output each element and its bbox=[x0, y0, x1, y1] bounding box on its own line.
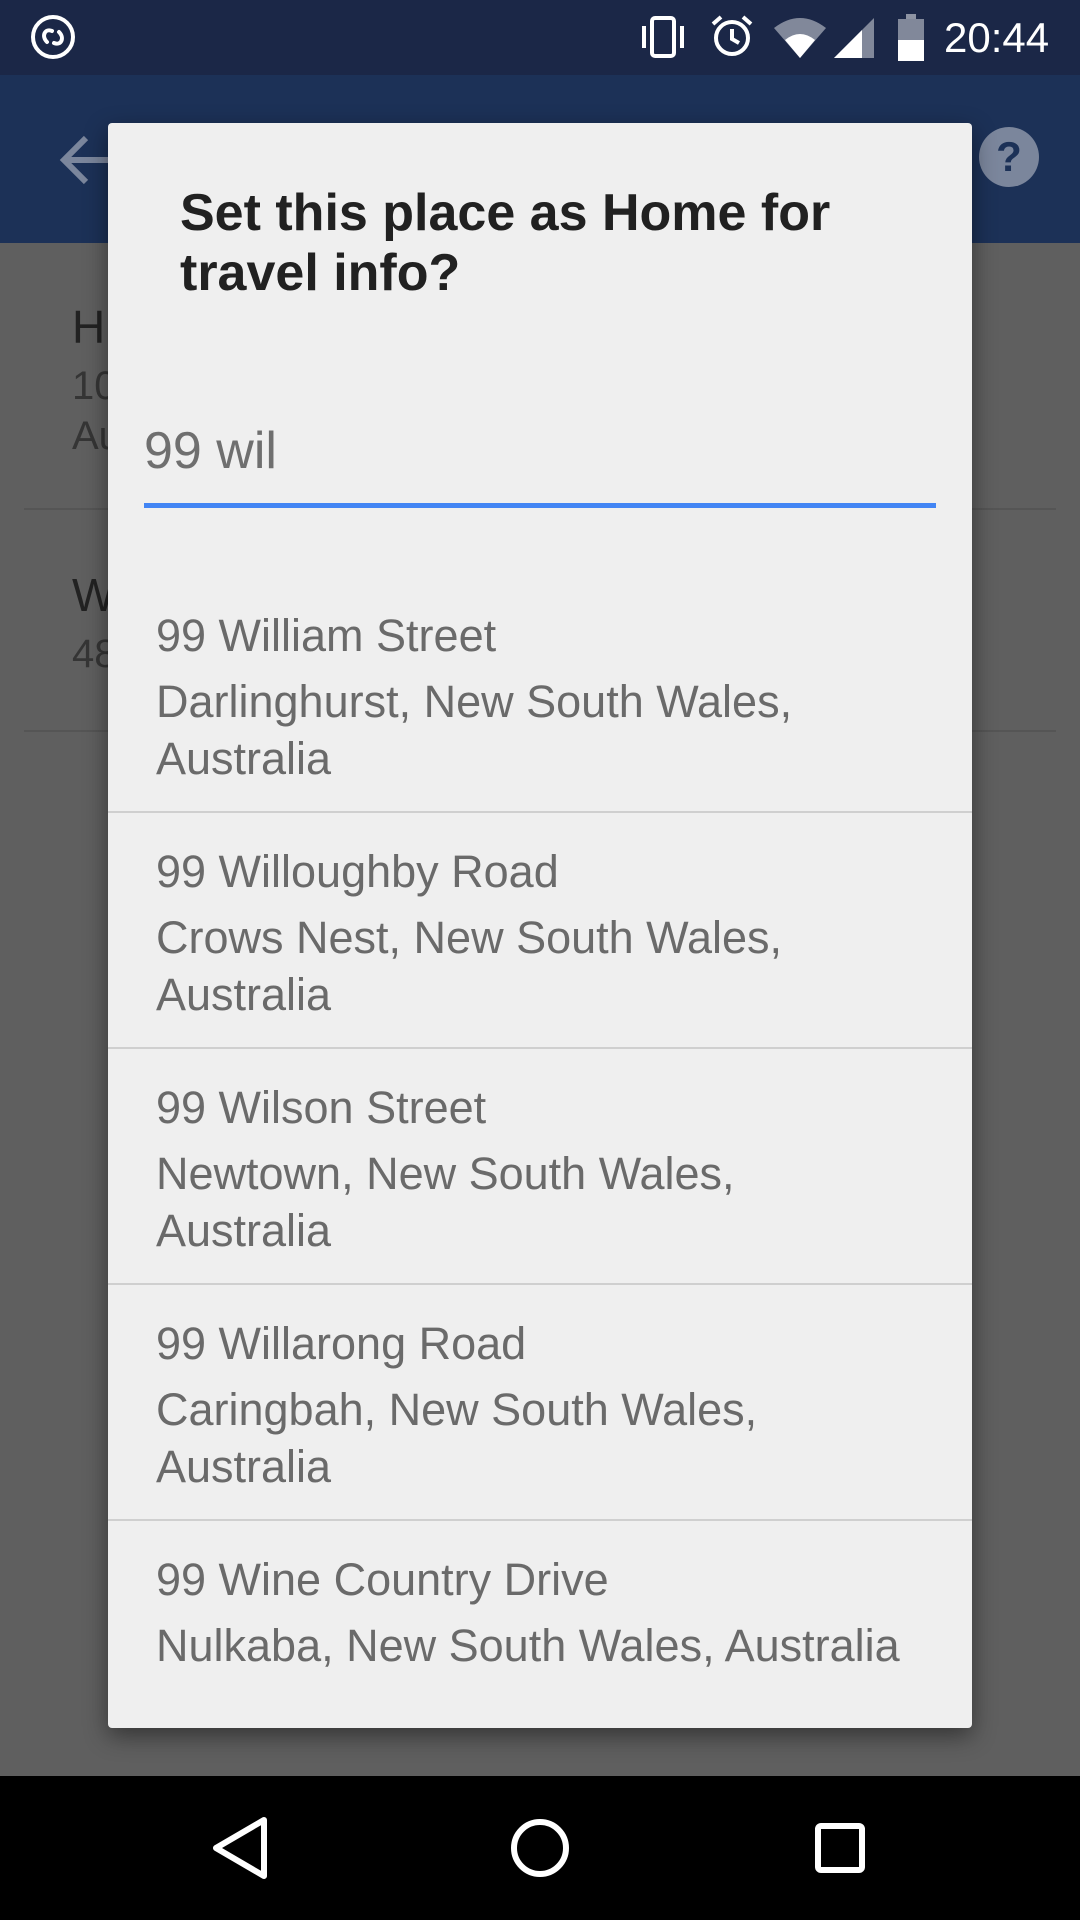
bg-home-title: H bbox=[72, 301, 106, 353]
result-item[interactable]: 99 Wilson Street Newtown, New South Wale… bbox=[108, 1049, 972, 1285]
home-circle-icon[interactable] bbox=[504, 1812, 576, 1884]
battery-icon bbox=[898, 14, 924, 61]
svg-text:?: ? bbox=[996, 133, 1022, 180]
navigation-bar bbox=[0, 1776, 1080, 1920]
dialog-title: Set this place as Home for travel info? bbox=[180, 184, 831, 302]
search-input[interactable] bbox=[144, 403, 936, 499]
recents-square-icon[interactable] bbox=[804, 1812, 876, 1884]
status-time: 20:44 bbox=[944, 14, 1050, 61]
result-address: Caringbah, New South Wales, Australia bbox=[156, 1384, 758, 1492]
result-name: 99 Wine Country Drive bbox=[156, 1554, 609, 1605]
result-item[interactable]: 99 Willoughby Road Crows Nest, New South… bbox=[108, 813, 972, 1049]
result-address: Darlinghurst, New South Wales, Australia bbox=[156, 676, 793, 784]
alarm-icon bbox=[711, 15, 753, 56]
result-name: 99 Wilson Street bbox=[156, 1082, 487, 1133]
signal-icon bbox=[834, 18, 874, 58]
result-item[interactable]: 99 Willarong Road Caringbah, New South W… bbox=[108, 1285, 972, 1521]
wifi-icon bbox=[774, 18, 826, 58]
status-bar: 20:44 bbox=[0, 0, 1080, 75]
set-home-dialog: Set this place as Home for travel info? … bbox=[108, 123, 972, 1728]
results-list: 99 William Street Darlinghurst, New Sout… bbox=[108, 577, 972, 1728]
result-name: 99 Willarong Road bbox=[156, 1318, 527, 1369]
back-triangle-icon[interactable] bbox=[204, 1812, 276, 1884]
result-item[interactable]: 99 Wine Country Drive Nulkaba, New South… bbox=[108, 1521, 972, 1728]
result-address: Nulkaba, New South Wales, Australia bbox=[156, 1620, 900, 1671]
help-icon[interactable]: ? bbox=[978, 126, 1040, 188]
shazam-icon bbox=[31, 15, 75, 59]
result-address: Newtown, New South Wales, Australia bbox=[156, 1148, 735, 1256]
result-name: 99 William Street bbox=[156, 610, 497, 661]
vibrate-icon bbox=[642, 16, 684, 58]
search-field[interactable] bbox=[144, 403, 936, 508]
result-name: 99 Willoughby Road bbox=[156, 846, 559, 897]
result-address: Crows Nest, New South Wales, Australia bbox=[156, 912, 783, 1020]
result-item[interactable]: 99 William Street Darlinghurst, New Sout… bbox=[108, 577, 972, 813]
